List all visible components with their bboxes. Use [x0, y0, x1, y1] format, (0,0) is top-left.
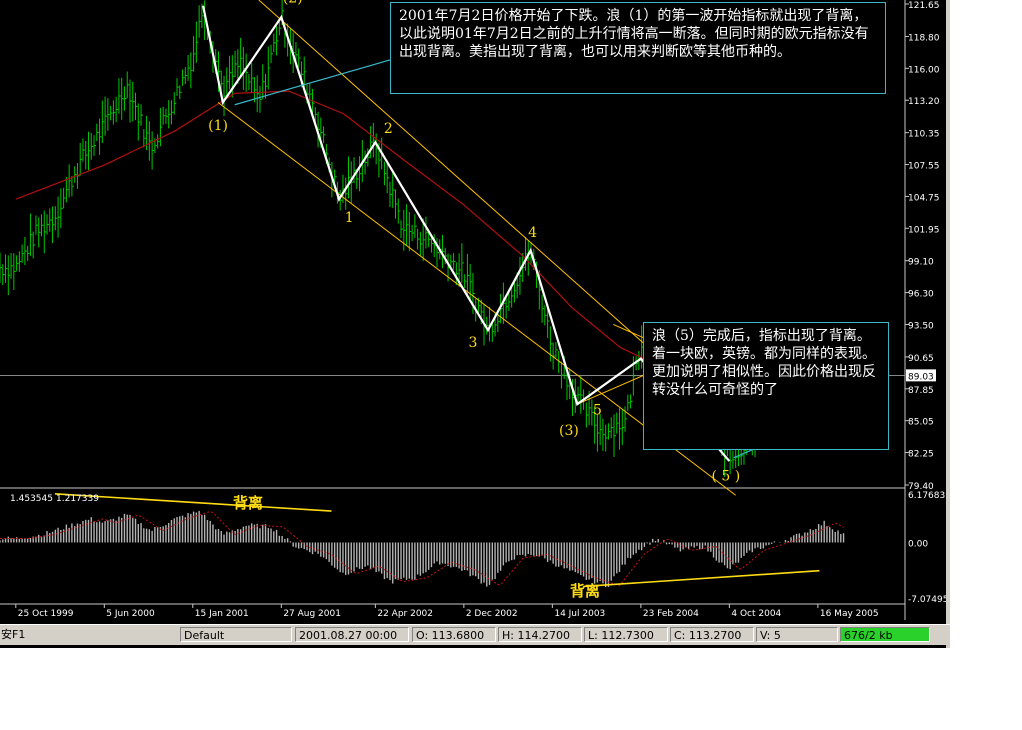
indicator-value-2: 1.217339: [56, 494, 99, 504]
y-tick-label: 107.55: [908, 162, 940, 172]
osc-y-tick-label: 6.17683: [908, 491, 945, 501]
y-tick-label: 96.30: [908, 290, 934, 300]
last-price-label: 89.03: [908, 372, 934, 382]
annotation-note-right: 浪（5）完成后，指标出现了背离。着一块欧，英镑。都为同样的表现。更加说明了相似性…: [643, 322, 889, 450]
x-tick-label: 14 Jul 2003: [554, 609, 605, 619]
wave-label: 5: [593, 402, 602, 418]
y-tick-label: 93.50: [908, 321, 934, 331]
x-tick-label: 25 Oct 1999: [18, 609, 74, 619]
annotation-note-top: 2001年7月2日价格开始了下跌。浪（1）的第一波开始指标就出现了背离，以此说明…: [390, 2, 886, 94]
status-low: L: 112.7300: [584, 627, 668, 642]
wave-label: 4: [528, 225, 537, 241]
status-help: 安F1: [1, 628, 26, 641]
x-tick-label: 4 Oct 2004: [731, 609, 781, 619]
x-tick-label: 5 Jun 2000: [106, 609, 155, 619]
status-open: O: 113.6800: [412, 627, 496, 642]
status-bar: 安F1 Default 2001.08.27 00:00 O: 113.6800…: [0, 624, 950, 645]
y-tick-label: 82.25: [908, 450, 934, 460]
y-tick-label: 116.00: [908, 65, 940, 75]
x-tick-label: 15 Jan 2001: [195, 609, 249, 619]
y-tick-label: 87.85: [908, 386, 934, 396]
y-tick-label: 90.65: [908, 354, 934, 364]
x-tick-label: 23 Feb 2004: [643, 609, 699, 619]
status-close: C: 113.2700: [670, 627, 754, 642]
y-tick-label: 110.35: [908, 130, 940, 140]
status-profile: Default: [180, 627, 292, 642]
wave-label: (2): [283, 0, 303, 6]
wave-label: (3): [559, 423, 579, 439]
status-volume: V: 5: [756, 627, 838, 642]
y-tick-label: 113.20: [908, 97, 940, 107]
x-tick-label: 22 Apr 2002: [377, 609, 433, 619]
osc-y-tick-label: 0.00: [908, 539, 928, 549]
y-tick-label: 85.05: [908, 418, 934, 428]
divergence-label-bottom: 背离: [570, 582, 600, 600]
x-tick-label: 27 Aug 2001: [283, 609, 341, 619]
y-tick-label: 99.10: [908, 258, 934, 268]
x-tick-label: 2 Dec 2002: [466, 609, 518, 619]
status-datetime: 2001.08.27 00:00: [295, 627, 409, 642]
chart-window[interactable]: 121.65 118.80 116.00 113.20 110.35 107.55 104.…: [0, 0, 950, 648]
wave-label: ( 5 ): [711, 468, 740, 484]
divergence-line: [583, 569, 820, 588]
wave-label: (1): [208, 118, 228, 134]
y-tick-label: 101.95: [908, 225, 940, 235]
indicator-value-1: 1.453545: [10, 494, 53, 504]
y-tick-label: 121.65: [908, 1, 940, 11]
window-edge: [946, 0, 950, 648]
x-tick-label: 16 May 2005: [820, 609, 879, 619]
wave-label: 3: [468, 335, 477, 351]
status-high: H: 114.2700: [498, 627, 582, 642]
osc-y-tick-label: -7.07495: [908, 595, 948, 605]
y-tick-label: 104.75: [908, 193, 940, 203]
status-traffic: 676/2 kb: [840, 627, 930, 642]
wave-label: 2: [384, 121, 393, 137]
y-tick-label: 118.80: [908, 33, 940, 43]
divergence-label-top: 背离: [233, 494, 263, 512]
wave-label: 1: [345, 210, 354, 226]
